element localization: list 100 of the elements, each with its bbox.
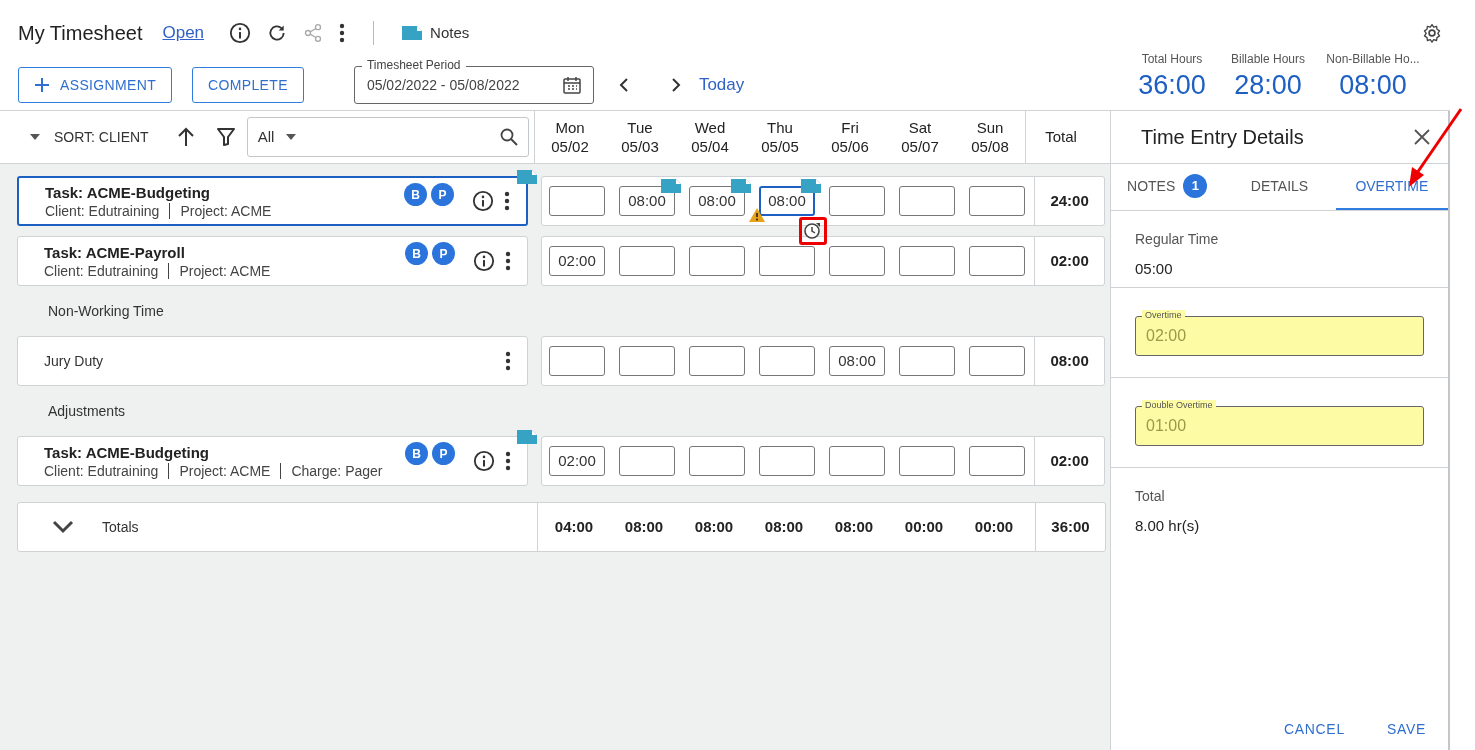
time-entry-field[interactable] [899,446,955,476]
day-total: 08:00 [694,516,734,537]
count-badge: 1 [1183,174,1208,198]
time-entry-field[interactable]: 02:00 [549,446,605,476]
overtime-clock-icon[interactable] [803,222,821,240]
assignment-detail: Project: ACME [180,201,272,220]
time-entry-field[interactable] [619,246,675,276]
badge: B [405,242,428,265]
time-entry-field[interactable] [549,186,605,216]
cancel-button[interactable]: CANCEL [1283,719,1345,740]
summary-value: 36:00 [1138,69,1206,102]
notes-button[interactable]: Notes [402,21,470,45]
settings-icon[interactable] [1422,23,1442,43]
filter-field[interactable]: All [246,117,529,157]
time-entry-field[interactable] [899,186,955,216]
time-entry-field[interactable] [549,346,605,376]
assignment-card[interactable]: Task: ACME-Budgeting Client: Edutraining Project: ACME Charge: Pager B P [17,436,528,486]
task-name: Task: ACME-Budgeting [44,442,210,462]
save-button[interactable]: SAVE [1386,719,1426,740]
next-week-icon[interactable] [669,77,682,93]
date-heading: 05/05 [761,137,799,156]
more-options-icon[interactable] [339,23,346,43]
previous-week-icon[interactable] [617,77,630,93]
time-entry-field[interactable] [899,346,955,376]
badge: B [404,183,427,206]
time-entry-field[interactable]: 08:00 [829,346,885,376]
panel-tab[interactable]: DETAILS [1223,164,1336,210]
complete-button[interactable]: COMPLETE [192,67,304,103]
day-total: 00:00 [974,516,1014,537]
share-icon[interactable] [303,23,324,43]
assignment-card[interactable]: Task: ACME-Budgeting Client: Edutraining Project: ACME B P [17,176,528,226]
time-entry-field[interactable] [619,346,675,376]
assignment-card[interactable]: Jury Duty [17,336,528,386]
time-entry-field[interactable] [969,346,1025,376]
today-link[interactable]: Today [698,72,745,98]
time-entry-field[interactable] [689,346,745,376]
time-entry-field[interactable] [759,346,815,376]
sort-button[interactable]: SORT: CLIENT [30,126,149,148]
sort-ascending-icon[interactable] [176,127,195,147]
row-total: 08:00 [1050,350,1089,371]
time-entry-field[interactable] [689,246,745,276]
time-entry-field[interactable] [829,246,885,276]
section-label: Adjustments [48,401,126,421]
info-icon[interactable] [473,250,495,272]
day-heading: Thu [767,118,793,137]
close-icon[interactable] [1414,129,1430,145]
assignment-detail: Charge: Pager [291,461,383,480]
more-options-icon[interactable] [505,251,511,271]
time-entry-field[interactable] [969,446,1025,476]
info-icon[interactable] [229,22,252,44]
time-entry-field[interactable] [619,446,675,476]
time-entry-field[interactable] [759,446,815,476]
assignment-detail: Client: Edutraining [44,461,159,480]
date-heading: 05/03 [621,137,659,156]
field-value: 05:00 [1135,259,1174,279]
field-value: 8.00 hr(s) [1135,516,1201,536]
assignment-detail: Client: Edutraining [44,261,159,280]
assignment-card[interactable]: Task: ACME-Payroll Client: Edutraining Project: ACME B P [17,236,528,286]
day-heading: Sat [908,118,932,137]
time-entry-field[interactable] [899,246,955,276]
task-name: Task: ACME-Budgeting [45,182,211,202]
status-link[interactable]: Open [162,20,205,46]
plus-icon [34,77,50,93]
calendar-icon[interactable] [562,76,581,94]
summary-label: Billable Hours [1230,51,1305,68]
day-total: 00:00 [904,516,944,537]
time-entry-field[interactable] [689,446,745,476]
info-icon[interactable] [472,190,494,212]
time-entry-field[interactable]: 02:00 [549,246,605,276]
panel-tab[interactable]: NOTES 1 [1111,164,1224,210]
time-entry-field[interactable] [969,246,1025,276]
time-entry-field[interactable] [969,186,1025,216]
add-assignment-button[interactable]: ASSIGNMENT [18,67,173,103]
row-total: 24:00 [1050,190,1089,211]
note-icon [402,26,423,40]
day-heading: Tue [627,118,653,137]
search-icon[interactable] [499,128,518,146]
time-entry-field[interactable] [829,186,885,216]
date-heading: 05/06 [831,137,869,156]
date-heading: 05/02 [551,137,589,156]
day-total: 08:00 [624,516,664,537]
info-icon[interactable] [473,450,495,472]
chevron-down-icon[interactable] [52,520,74,534]
day-total: 08:00 [764,516,804,537]
more-options-icon[interactable] [504,191,510,211]
grand-total: 36:00 [1051,516,1090,537]
field-label: Total [1135,487,1166,506]
badge: P [432,442,455,465]
time-entry-field[interactable] [829,446,885,476]
caret-icon [286,134,297,140]
panel-title: Time Entry Details [1141,125,1304,150]
more-options-icon[interactable] [505,351,511,371]
date-heading: 05/04 [691,137,729,156]
filter-icon[interactable] [216,128,235,146]
section-label: Non-Working Time [48,301,164,321]
time-entry-field[interactable] [759,246,815,276]
summary-label: Non-Billable Ho... [1326,51,1420,68]
more-options-icon[interactable] [505,451,511,471]
day-heading: Fri [841,118,859,137]
day-heading: Wed [694,118,726,137]
